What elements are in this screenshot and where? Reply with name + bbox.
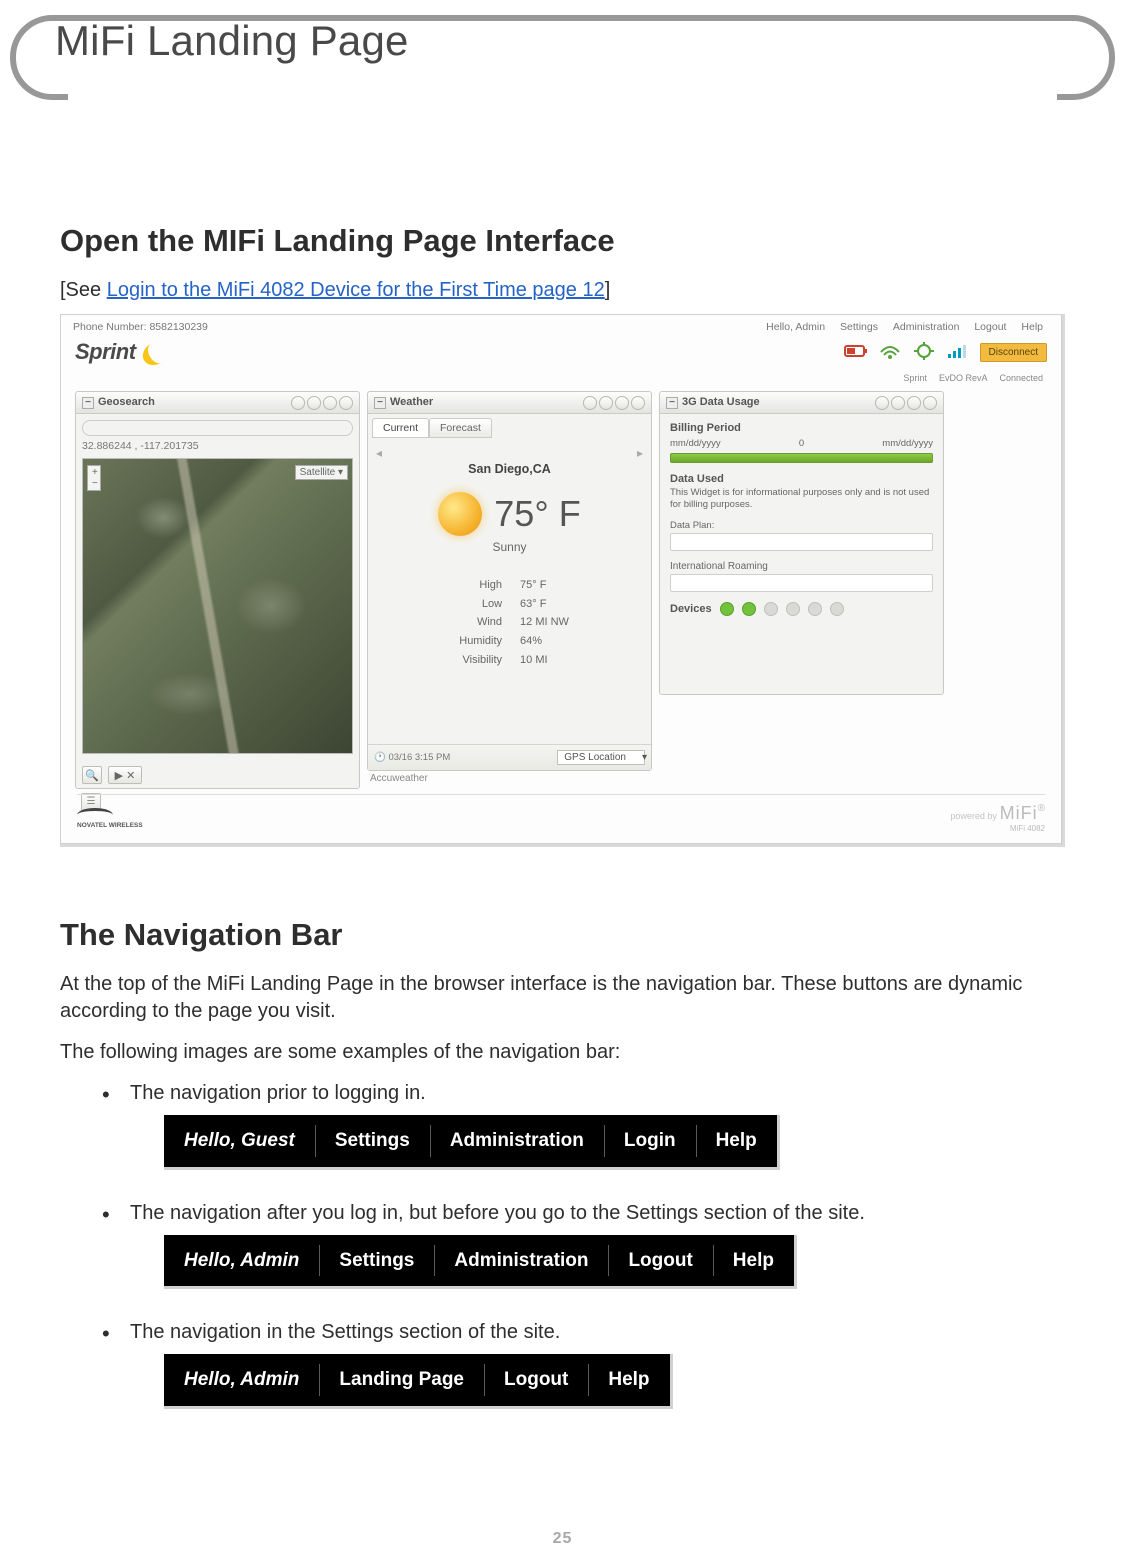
geo-play-control[interactable]: ▶ ✕: [108, 766, 142, 784]
nav-administration[interactable]: Administration: [434, 1235, 608, 1287]
nav-examples-intro: The following images are some examples o…: [60, 1039, 1065, 1066]
next-arrow-icon[interactable]: ▸: [637, 446, 643, 460]
menu-logout[interactable]: Logout: [974, 321, 1006, 333]
heading-navigation-bar: The Navigation Bar: [60, 917, 1065, 953]
nav-help[interactable]: Help: [588, 1354, 669, 1406]
top-menu: Hello, Admin Settings Administration Log…: [760, 321, 1049, 333]
tab-forecast[interactable]: Forecast: [429, 418, 492, 438]
widget-controls[interactable]: [291, 396, 353, 410]
roaming-field[interactable]: [670, 574, 933, 592]
device-dot-icon: [830, 602, 844, 616]
geo-search-icon[interactable]: 🔍: [82, 766, 102, 784]
bullet-nav-guest: The navigation prior to logging in. Hell…: [102, 1080, 1065, 1188]
page-title: MiFi Landing Page: [55, 17, 409, 65]
bullet-nav-settings: The navigation in the Settings section o…: [102, 1319, 1065, 1427]
screenshot-landing-page: Phone Number: 8582130239 Hello, Admin Se…: [60, 314, 1065, 847]
novatel-logo: NOVATEL WIRELESS: [77, 808, 143, 829]
nav-help[interactable]: Help: [713, 1235, 794, 1287]
nav-administration[interactable]: Administration: [430, 1115, 604, 1167]
tab-current[interactable]: Current: [372, 418, 429, 438]
menu-help[interactable]: Help: [1021, 321, 1043, 333]
roaming-label: International Roaming: [670, 561, 933, 572]
weather-stats: High75° F Low63° F Wind12 MI NW Humidity…: [450, 576, 569, 669]
widget-controls[interactable]: [875, 396, 937, 410]
weather-condition: Sunny: [368, 540, 651, 554]
weather-city: San Diego,CA: [368, 462, 651, 476]
see-reference: [See Login to the MiFi 4082 Device for t…: [60, 277, 1065, 304]
nav-intro: At the top of the MiFi Landing Page in t…: [60, 971, 1065, 1025]
data-used-label: Data Used: [670, 473, 724, 485]
usage-bar: [670, 453, 933, 463]
billing-period-label: Billing Period: [670, 422, 741, 434]
usage-disclaimer: This Widget is for informational purpose…: [670, 487, 933, 512]
weather-provider: Accuweather: [370, 773, 428, 784]
map-type-selector[interactable]: Satellite ▾: [295, 465, 348, 480]
nav-settings[interactable]: Settings: [315, 1115, 430, 1167]
nav-greeting: Hello, Admin: [164, 1354, 319, 1406]
temperature: 75° F: [494, 493, 580, 535]
disconnect-button[interactable]: Disconnect: [980, 343, 1047, 362]
nav-help[interactable]: Help: [696, 1115, 777, 1167]
collapse-icon[interactable]: −: [82, 397, 94, 409]
menu-administration[interactable]: Administration: [893, 321, 960, 333]
nav-settings[interactable]: Settings: [319, 1235, 434, 1287]
navbar-settings: Hello, Admin Landing Page Logout Help: [164, 1354, 673, 1409]
phone-label: Phone Number:: [73, 321, 147, 333]
weather-time: 03/16 3:15 PM: [388, 752, 450, 763]
widget-weather: −Weather Current Forecast ◂▸ San Diego,C…: [367, 391, 652, 771]
bullet-nav-admin: The navigation after you log in, but bef…: [102, 1200, 1065, 1308]
collapse-icon[interactable]: −: [666, 397, 678, 409]
map-zoom-control[interactable]: +−: [87, 465, 101, 491]
sprint-swoosh-icon: [138, 342, 162, 364]
heading-open-interface: Open the MIFi Landing Page Interface: [60, 223, 1065, 259]
navbar-admin: Hello, Admin Settings Administration Log…: [164, 1235, 797, 1290]
map-view[interactable]: +− Satellite ▾: [82, 458, 353, 754]
menu-settings[interactable]: Settings: [840, 321, 878, 333]
device-dot-icon: [786, 602, 800, 616]
mifi-logo: MiFi: [1000, 803, 1038, 823]
greeting-text: Hello, Admin: [766, 321, 825, 333]
widget-geosearch: −Geosearch 32.886244 , -117.201735 +− Sa…: [75, 391, 360, 789]
geosearch-input[interactable]: [82, 420, 353, 436]
location-selector[interactable]: GPS Location ▾: [557, 750, 645, 765]
device-dot-icon: [720, 602, 734, 616]
collapse-icon[interactable]: −: [374, 397, 386, 409]
sprint-logo: Sprint: [75, 339, 162, 365]
wifi-icon: [878, 342, 902, 360]
widget-data-usage: −3G Data Usage Billing Period mm/dd/yyyy…: [659, 391, 944, 695]
navbar-guest: Hello, Guest Settings Administration Log…: [164, 1115, 780, 1170]
sun-icon: [438, 492, 482, 536]
device-dot-icon: [764, 602, 778, 616]
nav-logout[interactable]: Logout: [608, 1235, 712, 1287]
status-bar: Disconnect: [844, 342, 1047, 362]
gps-icon: [912, 342, 936, 360]
prev-arrow-icon[interactable]: ◂: [376, 446, 382, 460]
page-number: 25: [553, 1530, 573, 1548]
phone-number: 8582130239: [149, 321, 207, 333]
widget-controls[interactable]: [583, 396, 645, 410]
nav-logout[interactable]: Logout: [484, 1354, 588, 1406]
devices-label: Devices: [670, 603, 712, 615]
nav-landing-page[interactable]: Landing Page: [319, 1354, 484, 1406]
device-dot-icon: [808, 602, 822, 616]
nav-greeting: Hello, Admin: [164, 1235, 319, 1287]
device-dot-icon: [742, 602, 756, 616]
coordinates: 32.886244 , -117.201735: [82, 440, 353, 452]
nav-greeting: Hello, Guest: [164, 1115, 315, 1167]
link-first-time-login[interactable]: Login to the MiFi 4082 Device for the Fi…: [107, 279, 605, 301]
data-plan-field[interactable]: [670, 533, 933, 551]
battery-icon: [844, 342, 868, 360]
nav-login[interactable]: Login: [604, 1115, 696, 1167]
signal-icon: [946, 342, 970, 360]
